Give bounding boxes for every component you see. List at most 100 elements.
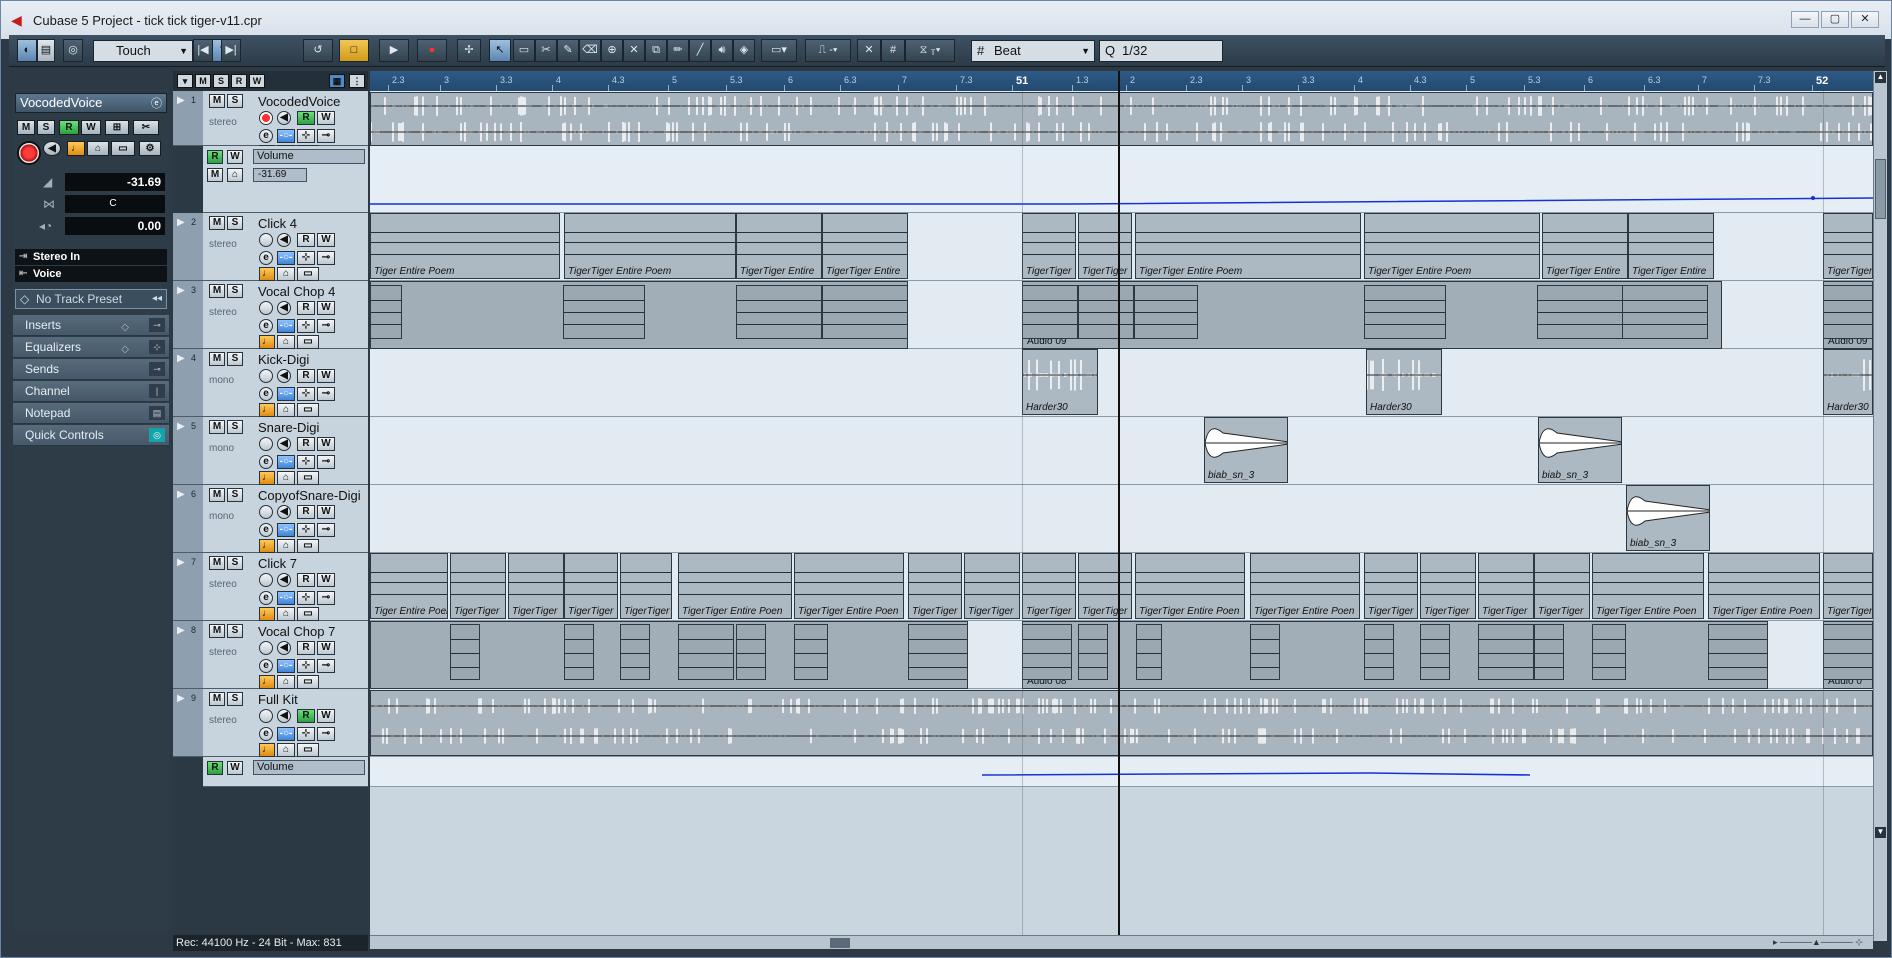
section-channel[interactable]: Channel | bbox=[13, 381, 169, 402]
audio-event[interactable] bbox=[450, 624, 480, 680]
timebase-icon[interactable]: ♩ bbox=[259, 743, 275, 757]
quick-controls-icon[interactable]: ◎ bbox=[149, 428, 165, 442]
audio-event[interactable] bbox=[736, 624, 766, 680]
sends-bypass-icon[interactable]: ⊸ bbox=[317, 455, 335, 469]
edit-channel-icon[interactable]: e bbox=[259, 523, 273, 537]
automation-lock-icon[interactable]: ⌂ bbox=[227, 168, 243, 182]
audio-event[interactable]: TigerTiger Entire Poen bbox=[1708, 553, 1820, 619]
audio-event[interactable]: TigerTiger bbox=[1022, 553, 1076, 619]
automation-track-1[interactable]: R W Volume M ⌂ -31.69 bbox=[203, 146, 368, 213]
edit-channel-icon[interactable]: e bbox=[259, 387, 273, 401]
section-inserts[interactable]: Inserts ◇ ⊸ bbox=[13, 315, 169, 336]
audio-event[interactable] bbox=[1022, 624, 1072, 680]
project-cursor[interactable] bbox=[1118, 71, 1120, 936]
track-lane[interactable] bbox=[370, 349, 1873, 417]
audio-event[interactable]: TigerTiger bbox=[1022, 213, 1076, 279]
audio-event[interactable]: TigerTiger bbox=[964, 553, 1020, 619]
draw-tool-icon[interactable]: ✏ bbox=[667, 39, 689, 62]
sends-bypass-icon[interactable]: ⊸ bbox=[149, 362, 165, 376]
eq-bypass-icon[interactable]: ⊹ bbox=[297, 251, 315, 265]
maximize-button[interactable]: ▢ bbox=[1821, 11, 1849, 28]
audio-event[interactable] bbox=[736, 285, 822, 339]
inspector-delay-value[interactable]: 0.00 bbox=[65, 217, 165, 235]
edit-channel-icon[interactable]: e bbox=[259, 455, 273, 469]
timebase-icon[interactable]: ♩ bbox=[259, 539, 275, 553]
track-monitor-icon[interactable]: ◀ bbox=[277, 709, 291, 723]
track-list-options-icon[interactable]: ⋮ bbox=[349, 74, 365, 88]
track-read-button[interactable]: R bbox=[297, 233, 315, 247]
section-quick-controls[interactable]: Quick Controls ◎ bbox=[13, 425, 169, 446]
audio-event[interactable]: TigerTiger bbox=[508, 553, 564, 619]
global-read-button[interactable]: R bbox=[231, 74, 247, 88]
track-header-5[interactable]: ▶ 5 M S Snare-Digi mono ◀ R We -○- ⊹ ⊸ ♩ ⌂ ▭ bbox=[173, 417, 368, 485]
audio-event[interactable] bbox=[678, 624, 734, 680]
global-write-button[interactable]: W bbox=[249, 74, 265, 88]
output-routing[interactable]: ⇤ Voice bbox=[15, 266, 167, 282]
audio-event[interactable] bbox=[1364, 624, 1394, 680]
lanes-icon[interactable]: ▭ bbox=[297, 675, 319, 689]
track-read-button[interactable]: R bbox=[297, 573, 315, 587]
track-record-enable-icon[interactable] bbox=[259, 641, 273, 655]
eq-bypass-icon[interactable]: ⊹ bbox=[297, 387, 315, 401]
track-write-button[interactable]: W bbox=[317, 505, 335, 519]
track-solo-button[interactable]: S bbox=[227, 216, 243, 230]
audio-event[interactable] bbox=[620, 624, 650, 680]
audio-event[interactable]: TigerTiger Entire Poem bbox=[1364, 213, 1540, 279]
insert-bypass-icon[interactable]: -○- bbox=[277, 591, 295, 605]
track-mute-button[interactable]: M bbox=[209, 556, 225, 570]
lock-icon[interactable]: ⌂ bbox=[277, 267, 295, 281]
vertical-scroll-thumb[interactable] bbox=[1875, 159, 1886, 219]
constrain-delay-icon[interactable]: ◎ bbox=[63, 39, 83, 62]
inspector-track-name[interactable]: VocodedVoice ⓔ bbox=[15, 93, 167, 113]
track-read-button[interactable]: R bbox=[297, 437, 315, 451]
track-header-4[interactable]: ▶ 4 M S Kick-Digi mono ◀ R We -○- ⊹ ⊸ ♩ ⌂ ▭ bbox=[173, 349, 368, 417]
track-solo-button[interactable]: S bbox=[227, 420, 243, 434]
inserts-bypass-icon[interactable]: ⊸ bbox=[149, 318, 165, 332]
track-record-enable-icon[interactable] bbox=[259, 301, 273, 315]
track-mute-button[interactable]: M bbox=[209, 488, 225, 502]
track-name[interactable]: Click 4 bbox=[258, 216, 368, 231]
sends-bypass-icon[interactable]: ⊸ bbox=[317, 659, 335, 673]
lanes-icon[interactable]: ▭ bbox=[297, 471, 319, 485]
track-solo-button[interactable]: S bbox=[227, 352, 243, 366]
eq-bypass-icon[interactable]: ⊹ bbox=[297, 455, 315, 469]
track-name[interactable]: Full Kit bbox=[258, 692, 368, 707]
automation-write-button[interactable]: W bbox=[227, 761, 243, 775]
audio-event[interactable] bbox=[1534, 624, 1564, 680]
audio-event[interactable]: TigerTiger bbox=[1823, 213, 1873, 279]
track-write-button[interactable]: W bbox=[317, 369, 335, 383]
automation-point[interactable] bbox=[1811, 196, 1815, 200]
vertical-scrollbar[interactable]: ▲ ▼ bbox=[1873, 71, 1887, 941]
track-name[interactable]: Kick-Digi bbox=[258, 352, 368, 367]
audio-part[interactable]: Audio 08 bbox=[1022, 621, 1768, 689]
sends-bypass-icon[interactable]: ⊸ bbox=[317, 523, 335, 537]
track-read-button[interactable]: R bbox=[297, 111, 315, 125]
audio-event[interactable]: biab_sn_3 bbox=[1538, 417, 1622, 483]
track-read-button[interactable]: R bbox=[297, 505, 315, 519]
track-name[interactable]: Vocal Chop 4 bbox=[258, 284, 368, 299]
timebase-icon[interactable]: ♩ bbox=[259, 335, 275, 349]
track-preset-select[interactable]: ◇ No Track Preset ◂◂ bbox=[15, 289, 167, 309]
audio-event[interactable]: TigerTiger bbox=[1478, 553, 1534, 619]
eq-bypass-icon[interactable]: ⊹ bbox=[297, 659, 315, 673]
audio-event[interactable] bbox=[1134, 285, 1198, 339]
automation-line[interactable] bbox=[370, 197, 1873, 205]
automation-line[interactable] bbox=[981, 772, 1531, 776]
track-write-button[interactable]: W bbox=[317, 233, 335, 247]
audio-event[interactable]: TigerTiger Entire bbox=[822, 213, 908, 279]
track-read-button[interactable]: R bbox=[297, 709, 315, 723]
snap-type-select[interactable]: # Beat ▼ bbox=[971, 40, 1095, 62]
track-header-8[interactable]: ▶ 8 M S Vocal Chop 7 stereo ◀ R We -○- ⊹ ⊸ ♩ ⌂ ▭ bbox=[173, 621, 368, 689]
snap-icon[interactable]: ✢ bbox=[457, 39, 481, 62]
track-solo-button[interactable]: S bbox=[227, 94, 243, 108]
audio-event[interactable]: TigerTiger Entire bbox=[736, 213, 822, 279]
automation-read-button[interactable]: R bbox=[207, 761, 223, 775]
audio-event[interactable]: TigerTiger bbox=[1823, 553, 1873, 619]
track-mute-button[interactable]: M bbox=[209, 692, 225, 706]
stop-button[interactable]: □ bbox=[339, 39, 369, 62]
inspector-read-button[interactable]: R bbox=[59, 120, 79, 135]
audio-event[interactable]: TigerTiger Entire Poen bbox=[678, 553, 792, 619]
automation-mute-button[interactable]: M bbox=[207, 168, 223, 182]
audio-event[interactable] bbox=[1823, 624, 1873, 680]
insert-bypass-icon[interactable]: -○- bbox=[277, 455, 295, 469]
